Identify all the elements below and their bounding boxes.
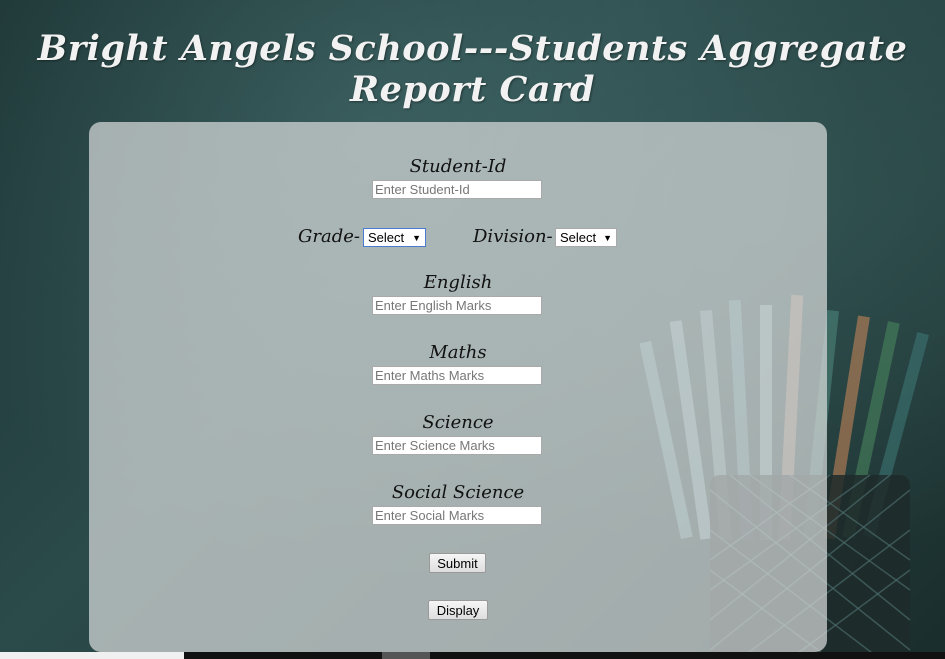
bottom-bar-segment — [382, 652, 430, 659]
grade-label: Grade- — [298, 226, 360, 247]
maths-input[interactable] — [372, 366, 542, 385]
division-select[interactable]: Select ▼ — [555, 228, 617, 247]
science-label: Science — [422, 412, 494, 433]
bottom-bar — [0, 652, 945, 659]
english-input[interactable] — [372, 296, 542, 315]
caret-down-icon: ▼ — [603, 232, 612, 243]
division-label: Division- — [473, 226, 553, 247]
display-button[interactable]: Display — [428, 600, 488, 620]
english-label: English — [423, 272, 493, 293]
submit-button[interactable]: Submit — [429, 553, 486, 573]
social-science-input[interactable] — [372, 506, 542, 525]
report-card-form: Student-Id Grade- Select ▼ Division- Sel… — [89, 122, 827, 652]
science-input[interactable] — [372, 436, 542, 455]
bottom-bar-segment — [0, 652, 184, 659]
maths-label: Maths — [429, 342, 487, 363]
student-id-input[interactable] — [372, 180, 542, 199]
page-title: Bright Angels School---Students Aggregat… — [37, 28, 908, 110]
grade-select-value: Select — [368, 230, 405, 245]
grade-select[interactable]: Select ▼ — [363, 228, 426, 247]
caret-down-icon: ▼ — [412, 232, 421, 243]
social-science-label: Social Science — [391, 482, 525, 503]
student-id-label: Student-Id — [409, 156, 507, 177]
division-select-value: Select — [560, 230, 597, 245]
